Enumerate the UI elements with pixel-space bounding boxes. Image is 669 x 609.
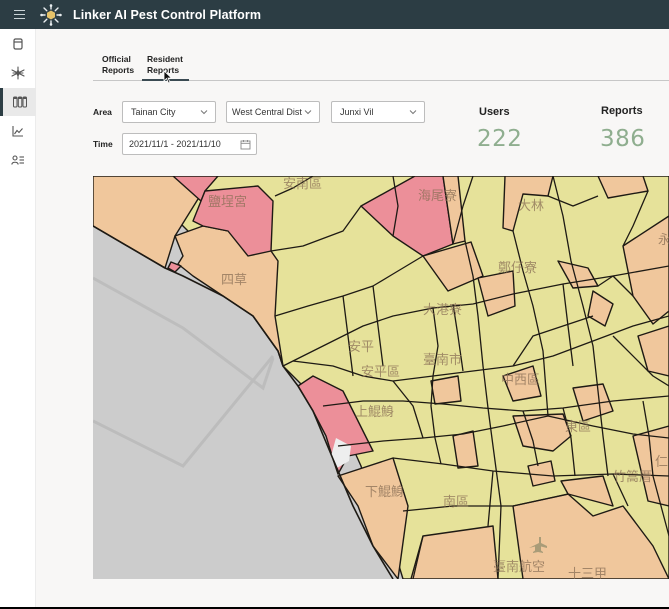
sidebar-item-users[interactable] [0, 146, 36, 174]
date-range-picker[interactable]: 2021/11/1 - 2021/11/10 [122, 133, 257, 155]
district-select[interactable]: West Central Dist [226, 101, 320, 123]
tab-official-reports[interactable]: Official Reports [102, 54, 134, 75]
sidebar-item-specimens[interactable] [0, 88, 36, 116]
tab-label-line2: Reports [147, 64, 180, 75]
place-label: 鄭仔寮 [498, 260, 537, 276]
specimen-tubes-icon [12, 96, 27, 108]
calendar-icon [240, 140, 251, 150]
place-label: 十三甲 [568, 567, 607, 579]
place-label: 仁 [655, 455, 668, 470]
region-medium[interactable] [452, 430, 479, 469]
place-label: 海尾寮 [418, 188, 457, 204]
place-label: 大港寮 [423, 302, 462, 318]
place-label: 大林 [518, 199, 544, 214]
place-label: 安平 [348, 340, 374, 355]
place-label: 安南區 [283, 176, 322, 192]
tab-resident-reports[interactable]: Resident Reports [147, 54, 183, 75]
city-select[interactable]: Tainan City [122, 101, 216, 123]
app-title: Linker AI Pest Control Platform [73, 7, 262, 22]
village-select-value: Junxi Vil [340, 107, 374, 117]
users-stat-value: 222 [477, 126, 523, 152]
sidebar [0, 29, 36, 607]
chevron-down-icon [409, 110, 417, 115]
time-label: Time [93, 139, 113, 149]
sidebar-item-trap[interactable] [0, 30, 36, 58]
top-bar: Linker AI Pest Control Platform [0, 0, 669, 29]
users-stat-label: Users [479, 106, 510, 118]
place-label: 臺南航空 [493, 559, 545, 575]
sun-logo-icon [40, 3, 62, 26]
app-window: Linker AI Pest Control Platform Official… [0, 0, 669, 607]
place-label: 永 [658, 233, 669, 248]
place-label: 鹽埕宮 [208, 194, 247, 210]
chevron-down-icon [304, 110, 312, 115]
tab-label-line2: Reports [102, 64, 135, 75]
region-medium[interactable] [527, 460, 556, 487]
sidebar-item-mosquito[interactable] [0, 59, 36, 87]
place-label: 臺南市 [423, 352, 462, 368]
active-tab-indicator [142, 79, 189, 81]
sidebar-item-analytics[interactable] [0, 117, 36, 145]
chevron-down-icon [200, 110, 208, 115]
user-list-icon [11, 155, 24, 165]
place-label: 下鯤鯓 [365, 485, 404, 500]
area-label: Area [93, 107, 112, 117]
place-label: 南區 [443, 494, 469, 510]
tab-label-line1: Official [102, 54, 131, 64]
line-chart-icon [12, 126, 23, 137]
place-label: 東區 [565, 419, 591, 435]
container-icon [13, 38, 23, 50]
place-label: 竹篙厝 [613, 470, 652, 485]
place-label: 上鯤鯓 [355, 405, 394, 420]
tab-label-line1: Resident [147, 54, 183, 64]
report-tabs: Official Reports Resident Reports [93, 54, 669, 81]
village-select[interactable]: Junxi Vil [331, 101, 425, 123]
map-canvas[interactable]: 安南區 鹽埕宮 海尾寮 四草 鄭仔寮 大港寮 安平 安平區 臺南市 中西區 東區… [93, 176, 669, 579]
region-medium[interactable] [430, 375, 462, 405]
hamburger-menu-icon[interactable] [0, 0, 38, 29]
place-label: 四草 [221, 273, 247, 288]
date-range-value: 2021/11/1 - 2021/11/10 [129, 139, 221, 149]
choropleth-map[interactable]: 安南區 鹽埕宮 海尾寮 四草 鄭仔寮 大港寮 安平 安平區 臺南市 中西區 東區… [93, 176, 669, 579]
district-select-value: West Central Dist [232, 107, 302, 117]
place-label: 中西區 [501, 373, 540, 388]
mosquito-icon [11, 66, 25, 80]
city-select-value: Tainan City [131, 107, 176, 117]
place-label: 安平區 [361, 365, 400, 380]
reports-stat-label: Reports [601, 105, 643, 117]
reports-stat-value: 386 [600, 126, 646, 152]
